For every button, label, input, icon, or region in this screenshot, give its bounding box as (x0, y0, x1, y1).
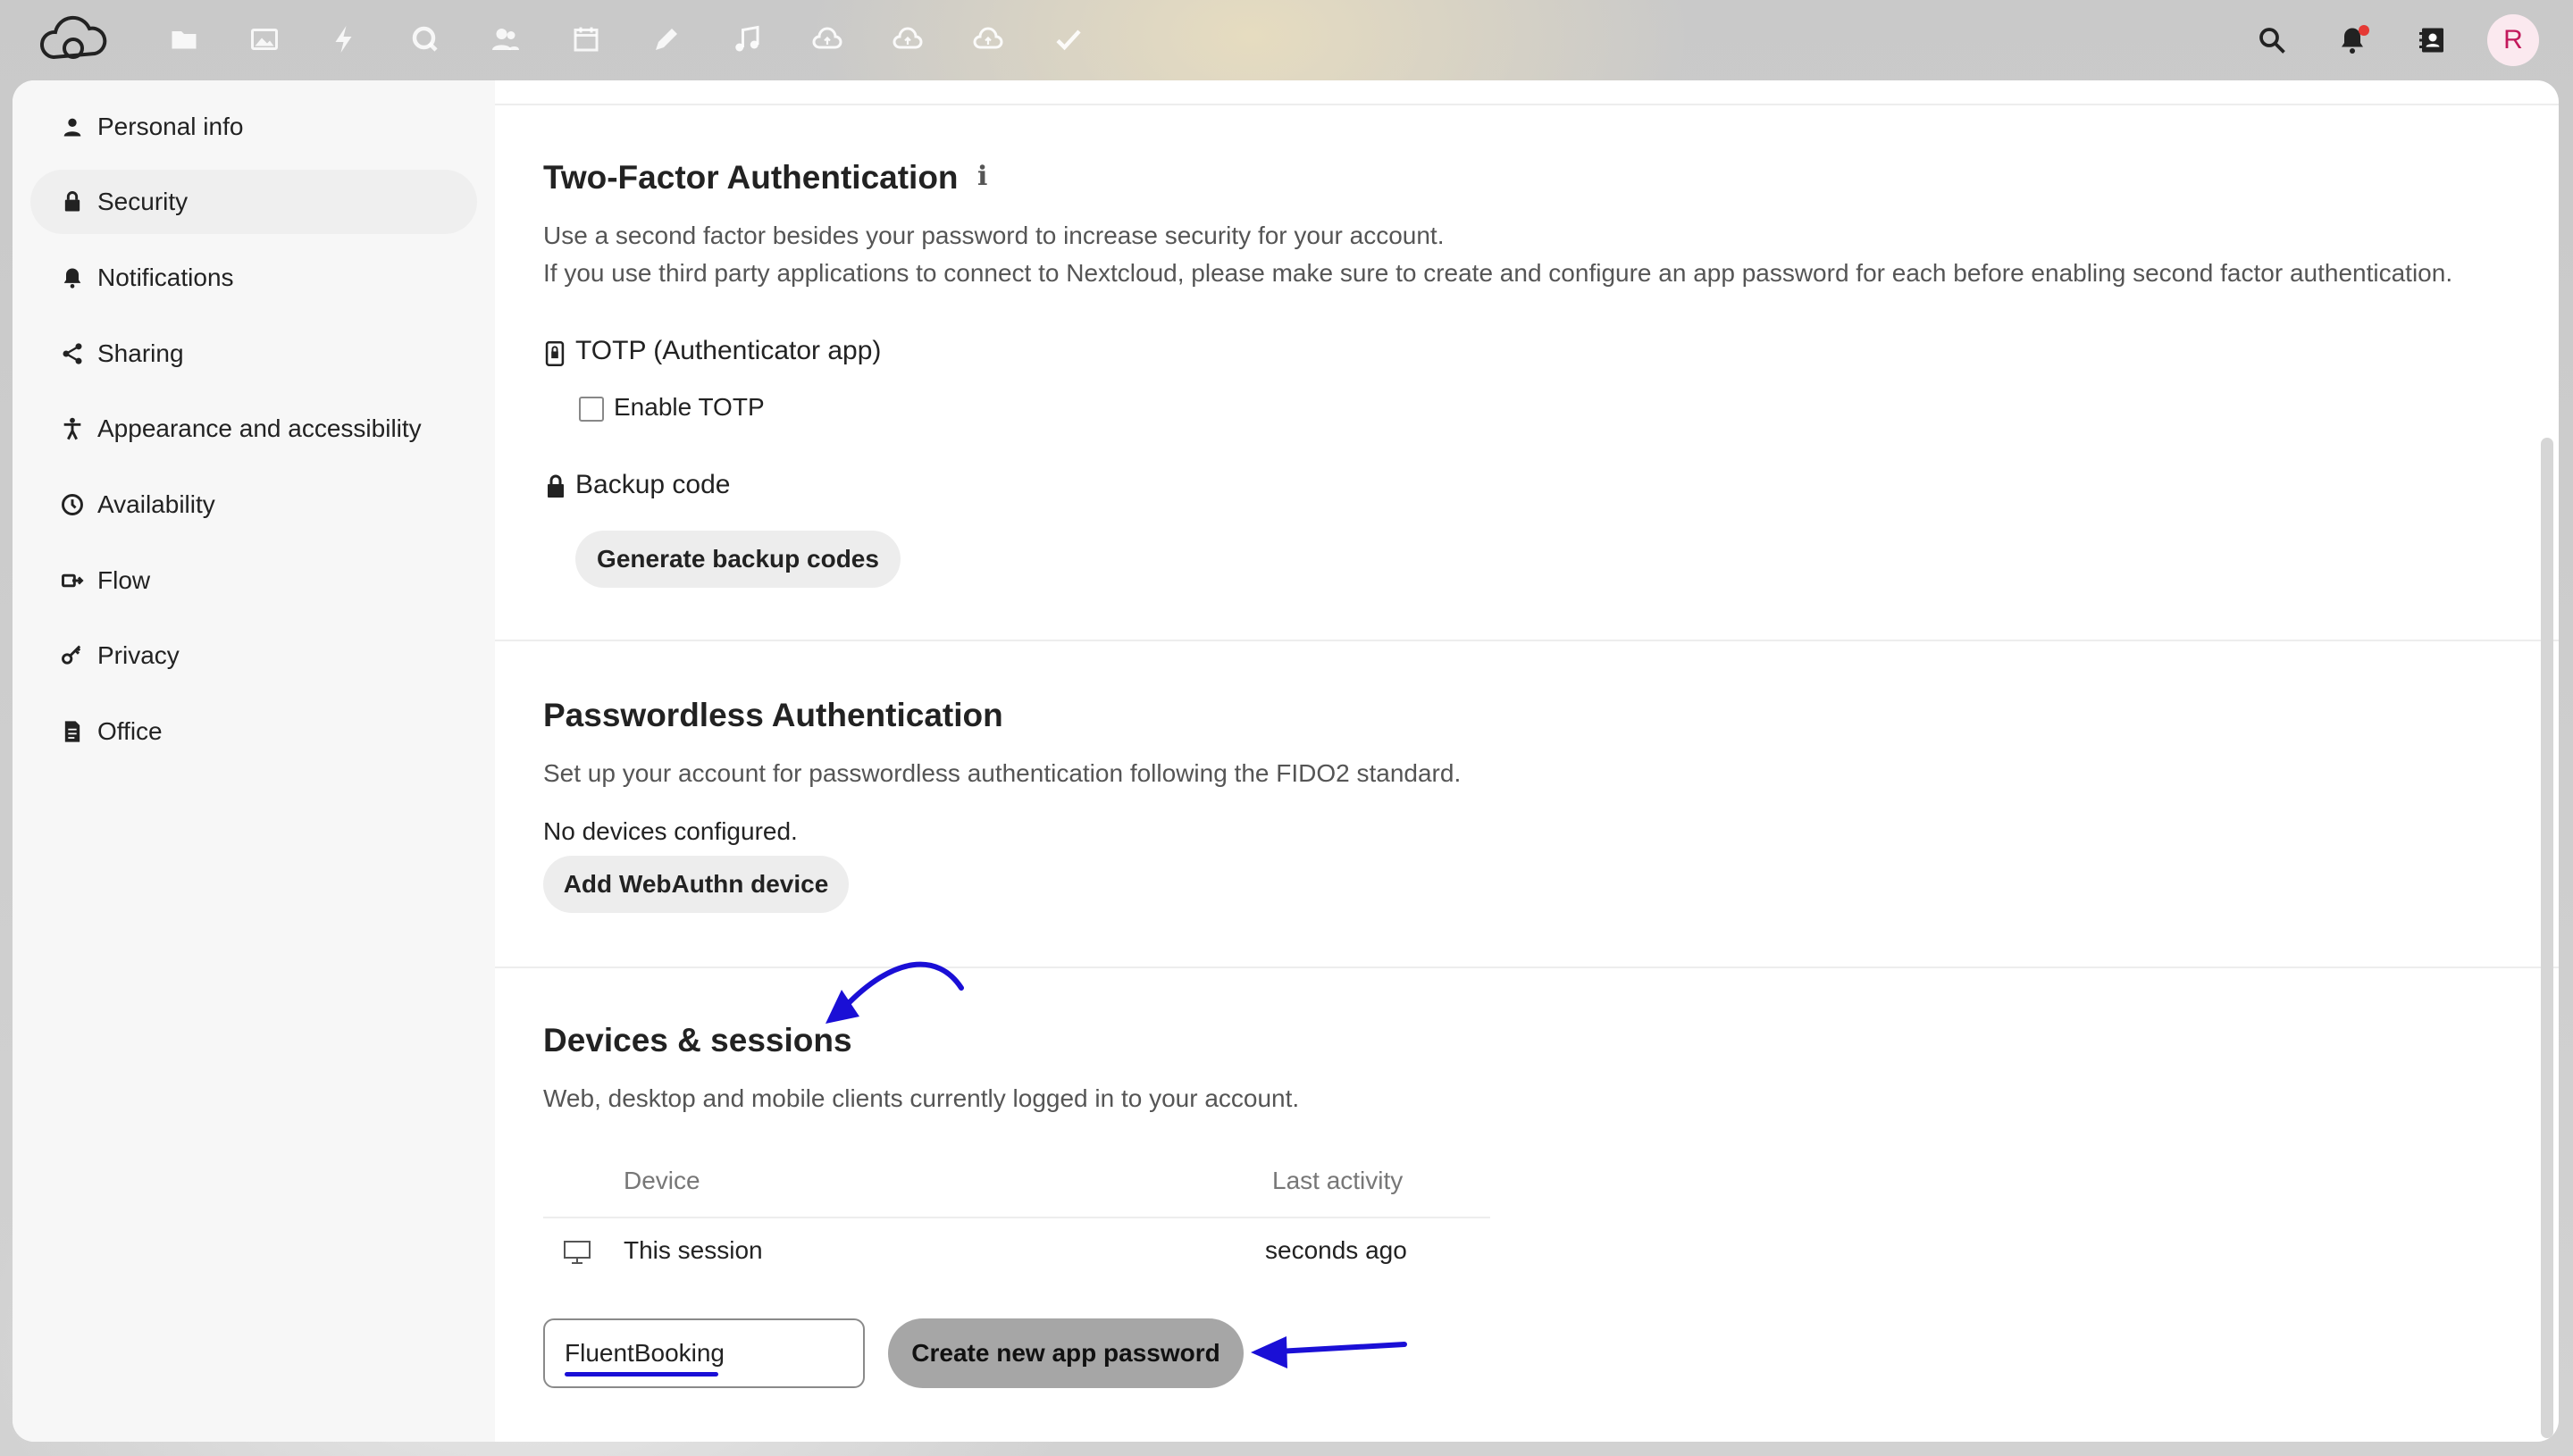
enable-totp-label[interactable]: Enable TOTP (614, 393, 765, 422)
sidebar-item-appearance[interactable]: Appearance and accessibility (30, 397, 477, 461)
session-last-activity: seconds ago (1265, 1236, 1407, 1264)
sidebar-item-label: Privacy (97, 641, 180, 669)
sidebar-item-label: Office (97, 717, 163, 745)
sidebar-item-label: Sharing (97, 339, 184, 367)
sidebar-item-label: Availability (97, 490, 215, 518)
sidebar-item-label: Personal info (97, 113, 244, 140)
cloud-icon[interactable] (888, 20, 927, 59)
person-icon (59, 113, 86, 140)
sidebar-item-sharing[interactable]: Sharing (30, 322, 477, 386)
totp-label: TOTP (Authenticator app) (575, 336, 882, 365)
notification-badge (2359, 25, 2369, 36)
sidebar-item-label: Security (97, 188, 189, 215)
backup-code-label: Backup code (575, 470, 731, 499)
twofactor-description: Use a second factor besides your passwor… (543, 222, 1445, 249)
contacts-menu-icon[interactable] (2412, 20, 2453, 61)
music-icon[interactable] (727, 20, 767, 59)
column-header-last-activity: Last activity (1272, 1167, 1404, 1194)
sidebar-item-flow[interactable]: Flow (30, 548, 477, 613)
photos-icon[interactable] (245, 20, 284, 59)
cloud-icon[interactable] (808, 20, 847, 59)
activity-icon[interactable] (325, 20, 365, 59)
document-icon (59, 718, 86, 745)
section-divider (495, 640, 2559, 641)
sidebar-item-label: Flow (97, 566, 151, 594)
info-icon[interactable]: ℹ (977, 161, 1002, 193)
sidebar-item-availability[interactable]: Availability (30, 473, 477, 537)
settings-panel: Personal info Security Notifications Sha… (13, 80, 2559, 1442)
talk-icon[interactable] (406, 20, 445, 59)
desktop-icon (563, 1240, 591, 1265)
section-divider (495, 104, 2559, 105)
no-devices-text: No devices configured. (543, 817, 798, 845)
contacts-icon[interactable] (486, 20, 525, 59)
lock-icon (59, 188, 86, 215)
nextcloud-logo-icon[interactable] (38, 11, 109, 68)
sidebar-item-office[interactable]: Office (30, 699, 477, 764)
input-underline-annotation (565, 1372, 718, 1377)
top-bar: R (0, 0, 2573, 80)
phone-lock-icon (545, 341, 565, 366)
accessibility-icon (59, 415, 86, 442)
sidebar-item-notifications[interactable]: Notifications (30, 246, 477, 310)
twofactor-warning: If you use third party applications to c… (543, 259, 2453, 287)
generate-backup-codes-button[interactable]: Generate backup codes (575, 531, 901, 588)
bell-icon (59, 264, 86, 291)
sessions-description: Web, desktop and mobile clients currentl… (543, 1084, 1300, 1112)
share-icon (59, 340, 86, 367)
scrollbar[interactable] (2541, 438, 2553, 1438)
enable-totp-checkbox[interactable] (579, 397, 604, 422)
notes-icon[interactable] (647, 20, 686, 59)
passwordless-title: Passwordless Authentication (543, 697, 1003, 733)
calendar-icon[interactable] (566, 20, 606, 59)
tasks-icon[interactable] (1049, 20, 1088, 59)
session-device-name: This session (624, 1236, 763, 1264)
sessions-title: Devices & sessions (543, 1022, 852, 1059)
sidebar: Personal info Security Notifications Sha… (13, 80, 495, 1442)
create-app-password-button[interactable]: Create new app password (888, 1318, 1244, 1388)
section-divider (495, 966, 2559, 968)
avatar-letter: R (2503, 25, 2523, 54)
column-header-device: Device (624, 1167, 700, 1194)
backup-lock-icon (545, 473, 566, 498)
app-name-input[interactable]: FluentBooking (543, 1318, 865, 1388)
avatar[interactable]: R (2487, 14, 2539, 66)
passwordless-description: Set up your account for passwordless aut… (543, 759, 1462, 787)
clock-icon (59, 491, 86, 518)
sidebar-item-label: Notifications (97, 264, 234, 291)
flow-icon (59, 567, 86, 594)
cloud-icon[interactable] (968, 20, 1008, 59)
key-icon (59, 642, 86, 669)
sidebar-item-label: Appearance and accessibility (97, 414, 422, 442)
sidebar-item-personal-info[interactable]: Personal info (30, 95, 477, 159)
add-webauthn-button[interactable]: Add WebAuthn device (543, 856, 849, 913)
table-divider (543, 1217, 1490, 1218)
sidebar-item-privacy[interactable]: Privacy (30, 623, 477, 688)
files-icon[interactable] (164, 20, 204, 59)
app-name-input-value: FluentBooking (565, 1339, 725, 1367)
sidebar-item-security[interactable]: Security (30, 170, 477, 234)
search-icon[interactable] (2251, 20, 2292, 61)
twofactor-title: Two-Factor Authentication (543, 159, 959, 196)
